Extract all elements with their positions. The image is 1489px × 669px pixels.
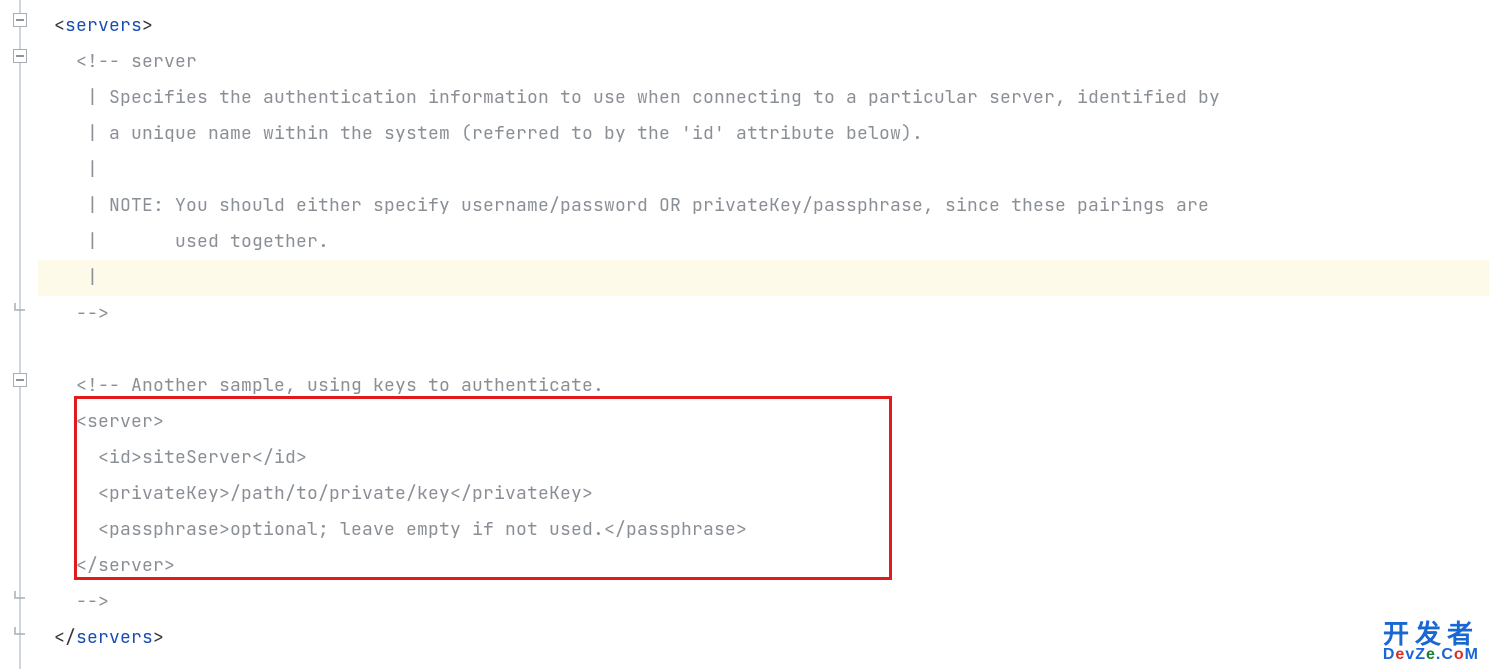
code-line[interactable]: <!-- Another sample, using keys to authe… (38, 368, 1489, 404)
xml-comment: <privateKey>/path/to/private/key</privat… (76, 482, 593, 505)
code-line-highlighted[interactable]: | (38, 260, 1489, 296)
code-line[interactable]: <passphrase>optional; leave empty if not… (38, 512, 1489, 548)
code-line[interactable]: <servers> (38, 8, 1489, 44)
fold-end-icon[interactable] (12, 624, 28, 640)
xml-comment: --> (76, 590, 109, 613)
xml-comment: | a unique name within the system (refer… (76, 122, 923, 145)
xml-comment: --> (76, 302, 109, 325)
code-line[interactable]: | Specifies the authentication informati… (38, 80, 1489, 116)
code-line[interactable]: </server> (38, 548, 1489, 584)
code-line-blank[interactable] (38, 332, 1489, 368)
fold-toggle-icon[interactable] (12, 372, 28, 388)
code-line[interactable]: <id>siteServer</id> (38, 440, 1489, 476)
code-area[interactable]: <servers> <!-- server | Specifies the au… (38, 0, 1489, 669)
xml-bracket: < (54, 14, 65, 37)
code-line[interactable]: <privateKey>/path/to/private/key</privat… (38, 476, 1489, 512)
code-line[interactable]: | a unique name within the system (refer… (38, 116, 1489, 152)
xml-bracket: > (142, 14, 153, 37)
code-line[interactable]: | NOTE: You should either specify userna… (38, 188, 1489, 224)
xml-comment: | (76, 158, 98, 181)
code-line[interactable]: </servers> (38, 620, 1489, 656)
xml-comment: <passphrase>optional; leave empty if not… (76, 518, 747, 541)
xml-comment: | (76, 266, 98, 289)
xml-comment: | NOTE: You should either specify userna… (76, 194, 1209, 217)
xml-tag: servers (76, 626, 153, 649)
code-line[interactable]: --> (38, 584, 1489, 620)
gutter (0, 0, 38, 669)
fold-end-icon[interactable] (12, 300, 28, 316)
code-line[interactable]: <server> (38, 404, 1489, 440)
xml-bracket: > (153, 626, 164, 649)
xml-tag: servers (65, 14, 142, 37)
xml-comment: <!-- server (76, 50, 197, 73)
xml-comment: | used together. (76, 230, 329, 253)
code-line[interactable]: <!-- server (38, 44, 1489, 80)
fold-end-icon[interactable] (12, 588, 28, 604)
code-line[interactable]: --> (38, 296, 1489, 332)
xml-comment: | Specifies the authentication informati… (76, 86, 1220, 109)
xml-comment: </server> (76, 554, 175, 577)
fold-toggle-icon[interactable] (12, 48, 28, 64)
code-editor[interactable]: <servers> <!-- server | Specifies the au… (0, 0, 1489, 669)
code-line[interactable]: | (38, 152, 1489, 188)
xml-comment: <id>siteServer</id> (76, 446, 307, 469)
fold-toggle-icon[interactable] (12, 12, 28, 28)
code-line[interactable]: | used together. (38, 224, 1489, 260)
xml-comment: <!-- Another sample, using keys to authe… (76, 374, 604, 397)
xml-bracket: </ (54, 626, 76, 649)
xml-comment: <server> (76, 410, 164, 433)
